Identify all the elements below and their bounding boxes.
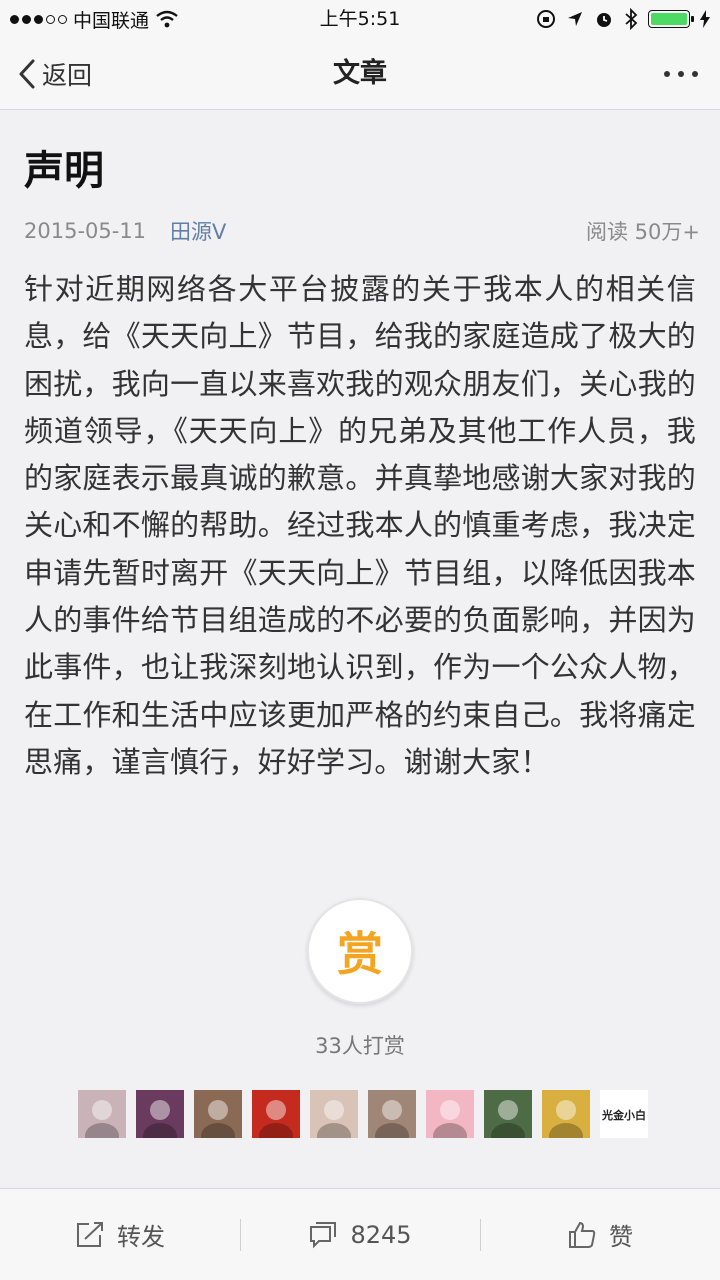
- avatar-logo-text: 光金小白: [601, 1108, 646, 1122]
- charging-icon: [700, 10, 710, 28]
- avatar-logo[interactable]: 光金小白: [600, 1090, 648, 1138]
- navigation-bar: 返回 文章: [0, 38, 720, 110]
- share-button[interactable]: 转发: [0, 1189, 240, 1280]
- avatar-anime[interactable]: [136, 1090, 184, 1138]
- article-author-link[interactable]: 田源V: [170, 216, 226, 246]
- more-options-button[interactable]: [664, 38, 698, 110]
- read-count-value: 50万+: [634, 220, 700, 244]
- article-meta: 2015-05-11 田源V 阅读 50万+: [24, 214, 700, 248]
- bottom-toolbar: 转发 8245 赞: [0, 1188, 720, 1280]
- like-label: 赞: [609, 1223, 633, 1251]
- avatar-photo[interactable]: [484, 1090, 532, 1138]
- article-date: 2015-05-11: [24, 219, 147, 243]
- reward-button[interactable]: 赏: [307, 898, 413, 1004]
- comment-icon: [310, 1221, 337, 1248]
- avatar-photo[interactable]: [194, 1090, 242, 1138]
- comment-button[interactable]: 8245: [240, 1189, 480, 1280]
- avatar-photo[interactable]: [310, 1090, 358, 1138]
- avatar-photo[interactable]: [78, 1090, 126, 1138]
- read-count-label: 阅读: [585, 220, 628, 244]
- thumbs-up-icon: [569, 1221, 596, 1248]
- avatar-photo[interactable]: [368, 1090, 416, 1138]
- article: 声明 2015-05-11 田源V 阅读 50万+ 针对近期网络各大平台披露的关…: [24, 110, 700, 786]
- avatar-photo[interactable]: [542, 1090, 590, 1138]
- avatar-photo[interactable]: [252, 1090, 300, 1138]
- avatar-cartoon[interactable]: [426, 1090, 474, 1138]
- comment-count: 8245: [350, 1220, 412, 1249]
- reward-count: 33人打赏: [315, 1034, 405, 1058]
- battery-icon: [648, 10, 694, 28]
- more-dot-icon: [664, 71, 670, 77]
- more-dot-icon: [692, 71, 698, 77]
- reward-avatars: 光金小白: [78, 1090, 648, 1138]
- status-bar-right: [536, 0, 710, 38]
- article-title: 声明: [24, 148, 104, 194]
- location-icon: [568, 12, 582, 26]
- rotation-lock-icon: [537, 10, 555, 28]
- status-bar: 中国联通 上午5:51: [0, 0, 720, 38]
- share-label: 转发: [117, 1223, 165, 1251]
- article-body: 针对近期网络各大平台披露的关于我本人的相关信息，给《天天向上》节目，给我的家庭造…: [24, 272, 696, 779]
- page-title: 文章: [333, 58, 387, 89]
- more-dot-icon: [678, 71, 684, 77]
- read-count: 阅读 50万+: [586, 216, 700, 246]
- like-button[interactable]: 赞: [480, 1189, 720, 1280]
- bluetooth-icon: [625, 8, 638, 30]
- share-icon: [77, 1221, 103, 1247]
- alarm-icon: [597, 13, 611, 27]
